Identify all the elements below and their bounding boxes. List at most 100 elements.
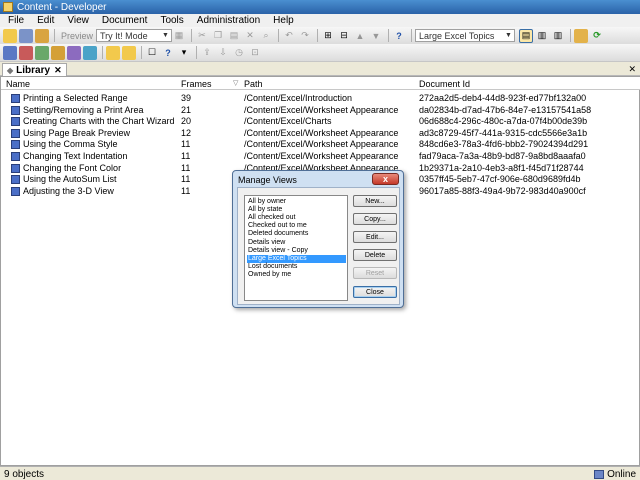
cell-document-id: 848cd6e3-78a3-4fd6-bbb2-79024394d291 <box>419 139 589 150</box>
new-view-button[interactable]: New... <box>353 195 397 207</box>
preview-button[interactable]: Preview <box>61 31 93 41</box>
cell-document-id: da02834b-d7ad-47b6-84e7-e13157541a58 <box>419 104 592 115</box>
menu-tools[interactable]: Tools <box>160 15 183 26</box>
sort-descending-icon: ▽ <box>233 80 239 87</box>
topic-icon <box>11 140 20 150</box>
cell-document-id: fad79aca-7a3a-48b9-bd87-9a8bd8aaafa0 <box>419 151 586 161</box>
new-role-icon[interactable] <box>83 45 97 60</box>
new-folder-icon[interactable] <box>106 45 120 60</box>
details-view-icon[interactable]: ▤ <box>519 28 534 43</box>
copy-icon[interactable]: ❐ <box>211 29 225 43</box>
reset-view-button[interactable]: Reset <box>353 267 397 279</box>
dropdown-arrow-icon[interactable]: ▾ <box>177 46 191 60</box>
menu-document[interactable]: Document <box>102 15 148 26</box>
cell-name: Using the AutoSum List <box>23 174 117 185</box>
chevron-down-icon: ▼ <box>162 32 169 39</box>
pin-icon[interactable]: ◆ <box>7 66 13 75</box>
views-list[interactable]: All by owner All by state All checked out C… <box>244 195 348 301</box>
list-item[interactable]: Checked out to me <box>247 222 346 230</box>
split-view-icon[interactable]: ▥ <box>535 29 549 43</box>
list-item[interactable]: All by state <box>247 206 346 214</box>
list-item[interactable]: Details view <box>247 239 346 247</box>
cell-document-id: 0357ff45-5eb7-47cf-906e-680d9689fd4b <box>419 174 581 185</box>
dialog-close-button[interactable]: x <box>372 173 399 185</box>
table-row[interactable]: Changing Text Indentation 11/Content/Exce… <box>1 151 640 162</box>
table-row[interactable]: Creating Charts with the Chart Wizard 20 /… <box>1 116 640 127</box>
paste-icon[interactable]: ▤ <box>227 29 241 43</box>
new-package-icon[interactable] <box>51 45 65 60</box>
new-topic-icon[interactable] <box>35 45 49 60</box>
context-help-icon[interactable]: ? <box>161 46 175 60</box>
menu-administration[interactable]: Administration <box>197 15 260 26</box>
app-icon <box>3 2 13 12</box>
object-count: 9 objects <box>4 469 45 480</box>
find-icon[interactable]: ⌕ <box>259 29 273 43</box>
table-row[interactable]: Using Page Break Preview 12/Content/Excel… <box>1 128 640 139</box>
table-row[interactable]: Using the Comma Style 11/Content/Excel/Wo… <box>1 139 640 150</box>
cell-name: Printing a Selected Range <box>23 93 128 103</box>
list-item[interactable]: Owned by me <box>247 271 346 279</box>
cell-frames: 11 <box>181 162 191 173</box>
move-up-icon[interactable]: ▲ <box>353 29 367 43</box>
collapse-icon[interactable]: ⊟ <box>337 29 351 43</box>
column-header-document-id[interactable]: Document Id <box>419 79 470 89</box>
list-item[interactable]: Details view - Copy <box>247 247 346 255</box>
menu-view[interactable]: View <box>67 15 89 26</box>
online-label: Online <box>607 469 636 480</box>
history-icon[interactable]: ◷ <box>232 46 246 60</box>
table-row[interactable]: Setting/Removing a Print Area 21/Content/… <box>1 105 640 116</box>
view-select[interactable]: Large Excel Topics ▼ <box>415 29 516 42</box>
dialog-title: Manage Views <box>238 175 297 185</box>
properties-icon[interactable] <box>35 28 49 43</box>
undo-icon[interactable]: ↶ <box>282 29 296 43</box>
close-icon[interactable]: ✕ <box>54 65 62 76</box>
list-item[interactable]: All checked out <box>247 214 346 222</box>
topic-icon <box>11 94 20 103</box>
column-header-name[interactable]: Name <box>6 79 30 89</box>
list-item[interactable]: Deleted documents <box>247 230 346 238</box>
close-dialog-button[interactable]: Close <box>353 286 397 298</box>
main-toolbar: Preview Try It! Mode ▼ ▦ ✂ ❐ ▤ ✕ ⌕ ↶ ↷ ⊞… <box>0 27 640 45</box>
cut-icon[interactable]: ✂ <box>195 29 209 43</box>
new-section-icon[interactable] <box>19 45 33 60</box>
menu-edit[interactable]: Edit <box>37 15 54 26</box>
edit-view-button[interactable]: Edit... <box>353 231 397 243</box>
list-item[interactable]: Lost documents <box>247 263 346 271</box>
open-folder-icon[interactable] <box>3 28 17 43</box>
table-row[interactable]: Printing a Selected Range 39/Content/Exce… <box>1 93 640 104</box>
mode-select[interactable]: Try It! Mode ▼ <box>96 29 173 42</box>
columns-view-icon[interactable]: ▥ <box>551 29 565 43</box>
refresh-icon[interactable]: ⟳ <box>590 29 604 43</box>
cell-frames: 12 <box>181 127 192 138</box>
cell-frames: 21 <box>181 104 192 115</box>
mode-select-value: Try It! Mode <box>100 30 148 41</box>
check-in-icon[interactable]: ⇩ <box>216 46 230 60</box>
tab-library[interactable]: ◆ Library ✕ <box>2 63 67 76</box>
pane-close-icon[interactable]: ✕ <box>628 64 636 75</box>
list-item[interactable]: All by owner <box>247 198 346 206</box>
new-glossary-icon[interactable] <box>67 45 81 60</box>
folder-up-icon[interactable] <box>122 45 136 60</box>
grid-icon[interactable]: ▦ <box>172 29 186 43</box>
delete-view-button[interactable]: Delete <box>353 249 397 261</box>
redo-icon[interactable]: ↷ <box>298 29 312 43</box>
chevron-down-icon: ▼ <box>505 32 512 39</box>
copy-view-button[interactable]: Copy... <box>353 213 397 225</box>
check-out-icon[interactable]: ⇪ <box>200 46 214 60</box>
column-header-path[interactable]: Path <box>244 79 263 89</box>
menu-help[interactable]: Help <box>273 15 294 26</box>
expand-icon[interactable]: ⊞ <box>321 29 335 43</box>
delete-icon[interactable]: ✕ <box>243 29 257 43</box>
new-document-icon[interactable] <box>3 45 17 60</box>
server-icon <box>594 470 605 479</box>
save-icon[interactable] <box>19 28 33 43</box>
column-header-frames[interactable]: Frames <box>181 79 212 89</box>
move-down-icon[interactable]: ▼ <box>369 29 383 43</box>
options-icon[interactable]: ☐ <box>145 46 159 60</box>
lock-icon[interactable]: ⊡ <box>248 46 262 60</box>
list-item[interactable]: Large Excel Topics <box>247 254 346 263</box>
cell-name: Creating Charts with the Chart Wizard <box>23 116 175 127</box>
publish-icon[interactable] <box>574 28 589 43</box>
menu-file[interactable]: File <box>8 15 24 26</box>
help-icon[interactable]: ? <box>392 29 406 43</box>
